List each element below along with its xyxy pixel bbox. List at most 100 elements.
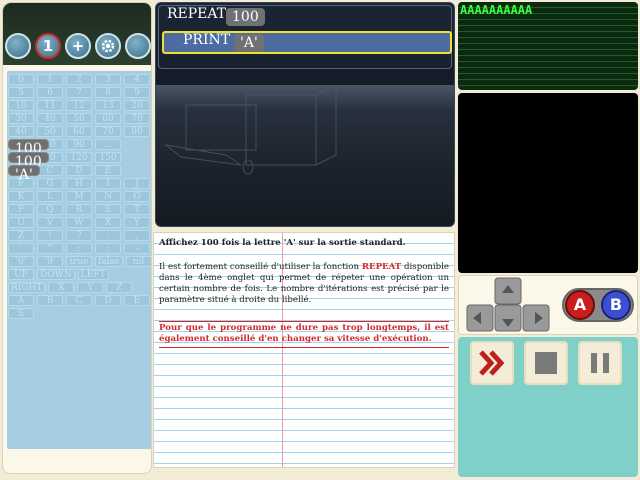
palette-chip[interactable]: 9	[124, 87, 150, 98]
palette-chip[interactable]: M	[66, 191, 92, 202]
palette-chip[interactable]: 50	[66, 113, 92, 124]
b-button[interactable]: B	[601, 290, 631, 320]
repeat-count-value[interactable]: 100	[226, 8, 265, 26]
tab-button-add[interactable]: +	[65, 33, 91, 59]
palette-chip[interactable]: Y	[77, 282, 104, 293]
palette-chip[interactable]: 'A'	[8, 165, 40, 183]
palette-chip[interactable]: 30	[8, 113, 34, 124]
palette-chip[interactable]: 70	[124, 113, 150, 124]
palette-chip[interactable]: K	[8, 191, 34, 202]
palette-chip[interactable]: LEFT	[77, 269, 109, 280]
palette-chip[interactable]: 4	[124, 74, 150, 85]
palette-chip[interactable]: 80	[124, 126, 150, 137]
speed-button[interactable]	[470, 341, 514, 385]
palette-chip[interactable]: 0	[8, 74, 34, 85]
palette-chip[interactable]: 11	[37, 100, 63, 111]
palette-chip[interactable]: :	[66, 243, 92, 254]
palette-chip[interactable]: 6	[37, 87, 63, 98]
a-button[interactable]: A	[565, 290, 595, 320]
palette-chip[interactable]: D	[66, 165, 92, 176]
palette-chip[interactable]: 120	[66, 152, 92, 163]
palette-row: ABCDE	[8, 295, 151, 307]
print-keyword[interactable]: PRINT	[183, 32, 230, 48]
palette-chip[interactable]: N	[95, 191, 121, 202]
palette-chip[interactable]: RIGHT	[8, 282, 46, 293]
palette-chip[interactable]: !	[37, 230, 63, 241]
palette-chip[interactable]: ?	[66, 230, 92, 241]
palette-chip[interactable]: 20	[124, 100, 150, 111]
palette-chip[interactable]: true	[66, 256, 92, 267]
palette-chip[interactable]: "	[37, 243, 63, 254]
palette-chip[interactable]: L	[37, 191, 63, 202]
palette-chip[interactable]: 1	[37, 74, 63, 85]
palette-chip[interactable]: ,	[124, 230, 150, 241]
palette-chip[interactable]: X	[95, 217, 121, 228]
palette-row: PQRST	[8, 204, 151, 216]
palette-chip[interactable]: O	[124, 191, 150, 202]
tab-button-blank[interactable]	[5, 33, 31, 59]
palette-chip[interactable]: 40	[37, 113, 63, 124]
palette-chip[interactable]: Q	[37, 204, 63, 215]
repeat-keyword[interactable]: REPEAT	[167, 6, 226, 22]
palette-chip[interactable]: 60	[66, 126, 92, 137]
palette-chip[interactable]: Z	[8, 230, 34, 241]
palette-chip[interactable]: 70	[95, 126, 121, 137]
palette-chip[interactable]: .	[95, 230, 121, 241]
palette-chip[interactable]: D	[95, 295, 121, 306]
tab-button-settings[interactable]	[95, 33, 121, 59]
palette-chip[interactable]: false	[95, 256, 123, 267]
palette-chip[interactable]: P	[8, 204, 34, 215]
palette-chip[interactable]: E	[124, 295, 150, 306]
palette-chip[interactable]: 50	[37, 126, 63, 137]
palette-chip[interactable]: Z	[106, 282, 133, 293]
tab-button-numbers[interactable]: 1	[35, 33, 61, 59]
stop-button[interactable]	[524, 341, 568, 385]
palette-chip[interactable]: 2	[66, 74, 92, 85]
palette-chip[interactable]: 8	[95, 87, 121, 98]
palette-chip[interactable]: 13	[95, 100, 121, 111]
palette-chip[interactable]: '9'	[37, 256, 63, 267]
palette-chip[interactable]: S	[8, 308, 34, 319]
palette-chip[interactable]: '	[8, 243, 34, 254]
palette-chip[interactable]: E	[95, 165, 121, 176]
palette-chip[interactable]: T	[124, 204, 150, 215]
palette-chip[interactable]: 100	[8, 152, 49, 170]
editor-background-desk	[156, 84, 454, 226]
palette-chip[interactable]: H	[66, 178, 92, 189]
palette-row: 40 50 60 70 80	[8, 126, 151, 138]
pause-button[interactable]	[578, 341, 622, 385]
palette-chip[interactable]: 3	[95, 74, 121, 85]
palette-chip[interactable]: '0'	[8, 256, 34, 267]
palette-chip[interactable]: 60	[95, 113, 121, 124]
palette-chip[interactable]: Y	[124, 217, 150, 228]
palette-chip[interactable]: DOWN	[37, 269, 75, 280]
palette-chip[interactable]: C	[66, 295, 92, 306]
tab-button-blank-2[interactable]	[125, 33, 151, 59]
palette-chip[interactable]: S	[95, 204, 121, 215]
palette-chip[interactable]: W	[66, 217, 92, 228]
palette-chip[interactable]: ...	[95, 139, 121, 150]
palette-chip[interactable]: 40	[8, 126, 34, 137]
palette-chip[interactable]: R	[66, 204, 92, 215]
palette-chip[interactable]: 5	[8, 87, 34, 98]
palette-chip[interactable]: V	[37, 217, 63, 228]
palette-chip[interactable]: I	[95, 178, 121, 189]
palette-chip[interactable]: G	[37, 178, 63, 189]
palette-chip[interactable]: B	[37, 295, 63, 306]
palette-chip[interactable]: UP	[8, 269, 34, 280]
palette-chip[interactable]: 10	[8, 100, 34, 111]
palette-chip[interactable]: 12	[66, 100, 92, 111]
palette-chip[interactable]: U	[8, 217, 34, 228]
palette-chip[interactable]: 150	[95, 152, 121, 163]
palette-chip[interactable]: ;	[95, 243, 121, 254]
palette-chip[interactable]: nil	[125, 256, 151, 267]
palette-chip[interactable]: 100	[8, 139, 49, 157]
palette-chip[interactable]: J	[124, 178, 150, 189]
palette-chip[interactable]: 7	[66, 87, 92, 98]
palette-chip[interactable]: A	[8, 295, 34, 306]
print-value[interactable]: 'A'	[234, 34, 264, 52]
palette-chip[interactable]: -	[124, 243, 150, 254]
palette-chip[interactable]: X	[48, 282, 75, 293]
selected-code-line[interactable]: PRINT 'A'	[162, 31, 452, 54]
palette-chip[interactable]: 90	[66, 139, 92, 150]
